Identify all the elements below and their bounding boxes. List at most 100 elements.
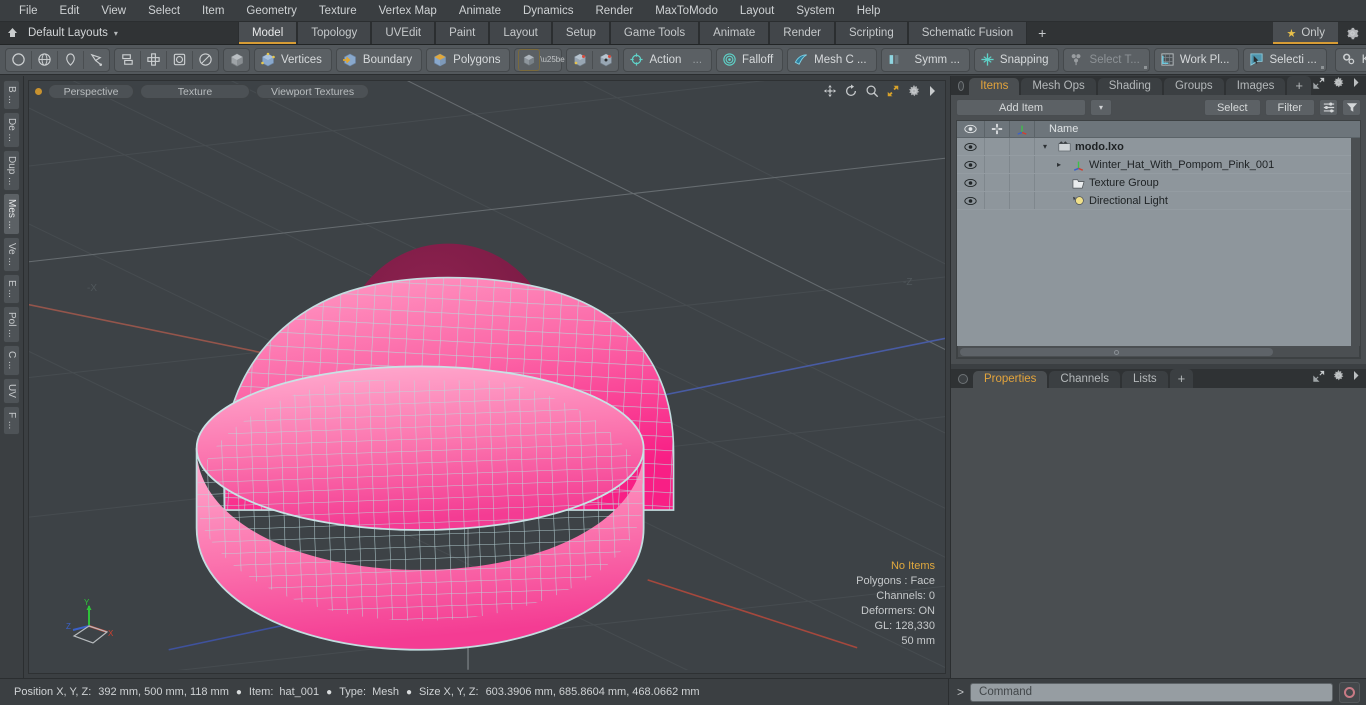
layout-tab-paint[interactable]: Paint xyxy=(435,22,490,44)
menu-item-render[interactable]: Render xyxy=(584,2,644,20)
pen-icon[interactable] xyxy=(58,49,83,71)
properties-panel-body[interactable] xyxy=(951,388,1366,678)
row-name-cell[interactable]: ▸ Winter_Hat_With_Pompom_Pink_001 xyxy=(1035,159,1360,171)
action-center-button[interactable]: Action ... xyxy=(623,47,713,72)
menu-item-view[interactable]: View xyxy=(90,2,137,20)
menu-item-edit[interactable]: Edit xyxy=(49,2,91,20)
snap-cube-b-icon[interactable] xyxy=(593,49,618,71)
circle-icon[interactable] xyxy=(6,49,31,71)
arrow-right-icon[interactable] xyxy=(928,85,937,97)
panel-menu-dot[interactable] xyxy=(958,374,968,384)
expand-icon[interactable] xyxy=(1313,77,1325,92)
panel-tab-groups[interactable]: Groups xyxy=(1163,78,1224,95)
falloff-button[interactable]: Falloff xyxy=(716,47,784,72)
vertical-tab-2[interactable]: Dup ... xyxy=(3,149,20,192)
layout-tab-setup[interactable]: Setup xyxy=(551,22,610,44)
rotate-icon[interactable] xyxy=(844,84,858,98)
add-properties-tab-button[interactable]: + xyxy=(1169,369,1194,388)
vertical-tab-1[interactable]: De ... xyxy=(3,111,20,148)
menu-item-texture[interactable]: Texture xyxy=(308,2,368,20)
table-row[interactable]: ▸ Winter_Hat_With_Pompom_Pink_001 xyxy=(957,156,1360,174)
vertical-tab-5[interactable]: E ... xyxy=(3,273,20,304)
add-layout-tab-button[interactable]: + xyxy=(1027,22,1058,44)
selection-set-button[interactable]: Selecti ... xyxy=(1243,47,1327,72)
row-name-cell[interactable]: ▾ modo.lxo xyxy=(1035,141,1360,153)
only-toggle[interactable]: ★ Only xyxy=(1273,22,1338,44)
select-through-button[interactable]: Select T... xyxy=(1062,47,1150,72)
row-name-cell[interactable]: Texture Group xyxy=(1035,177,1360,189)
row-transform-cell[interactable] xyxy=(1010,192,1035,209)
row-lock-cell[interactable] xyxy=(985,156,1010,173)
arrow-right-icon[interactable] xyxy=(1352,77,1360,91)
row-lock-cell[interactable] xyxy=(985,192,1010,209)
expand-icon[interactable] xyxy=(1313,370,1325,385)
vertical-tab-3[interactable]: Mes ... xyxy=(3,193,20,236)
list-options-icon[interactable] xyxy=(1319,99,1338,116)
layout-tab-uvedit[interactable]: UVEdit xyxy=(371,22,436,44)
row-visibility-toggle[interactable] xyxy=(957,192,985,209)
work-plane-button[interactable]: Work Pl... xyxy=(1153,47,1240,72)
panel-menu-dot[interactable] xyxy=(958,81,965,91)
menu-item-vertex-map[interactable]: Vertex Map xyxy=(368,2,448,20)
row-lock-cell[interactable] xyxy=(985,138,1010,155)
gear-icon[interactable] xyxy=(1338,22,1366,44)
chevron-down-icon[interactable]: \u25be xyxy=(540,55,564,64)
row-visibility-toggle[interactable] xyxy=(957,174,985,191)
row-expander-icon[interactable]: ▾ xyxy=(1043,142,1054,151)
pan-icon[interactable] xyxy=(823,84,837,98)
row-name-cell[interactable]: Directional Light xyxy=(1035,195,1360,207)
table-row[interactable]: Directional Light xyxy=(957,192,1360,210)
viewport-3d[interactable]: Perspective Texture Viewport Textures -X… xyxy=(28,80,946,674)
ellipse-icon[interactable] xyxy=(193,49,218,71)
arrow-right-icon[interactable] xyxy=(1352,370,1360,384)
selection-mode-vertices[interactable]: Vertices xyxy=(254,47,332,72)
hscrollbar-thumb[interactable] xyxy=(960,348,1273,356)
layout-tab-layout[interactable]: Layout xyxy=(489,22,552,44)
zoom-icon[interactable] xyxy=(865,84,879,98)
gear-icon[interactable] xyxy=(1332,369,1345,385)
menu-item-dynamics[interactable]: Dynamics xyxy=(512,2,584,20)
polygon-pen-icon[interactable] xyxy=(84,49,109,71)
snap-cube-a-icon[interactable] xyxy=(567,49,592,71)
align-icon[interactable] xyxy=(115,49,140,71)
gear-icon[interactable] xyxy=(907,84,921,98)
cube-icon[interactable] xyxy=(224,49,249,71)
layout-tab-render[interactable]: Render xyxy=(769,22,835,44)
add-panel-tab-button[interactable]: + xyxy=(1287,76,1311,95)
panel-tab-properties[interactable]: Properties xyxy=(973,371,1048,388)
layout-tab-schematic-fusion[interactable]: Schematic Fusion xyxy=(907,22,1028,44)
viewport-pill-texture[interactable]: Texture xyxy=(140,84,250,99)
record-icon[interactable] xyxy=(1339,681,1360,703)
kits-button[interactable]: Kits xyxy=(1334,47,1366,72)
panel-tab-items[interactable]: Items xyxy=(969,78,1020,95)
panel-tab-shading[interactable]: Shading xyxy=(1097,78,1162,95)
vertical-tab-9[interactable]: F ... xyxy=(3,405,20,435)
add-item-caret-icon[interactable]: ▾ xyxy=(1090,99,1112,116)
selection-mode-polygons[interactable]: Polygons xyxy=(426,47,511,72)
menu-item-geometry[interactable]: Geometry xyxy=(235,2,308,20)
items-tree-vscrollbar[interactable] xyxy=(1351,138,1360,346)
layout-tab-animate[interactable]: Animate xyxy=(699,22,770,44)
menu-item-system[interactable]: System xyxy=(785,2,845,20)
filter-button[interactable]: Filter xyxy=(1264,99,1315,116)
fit-icon[interactable] xyxy=(886,84,900,98)
viewport-pill-viewport-textures[interactable]: Viewport Textures xyxy=(256,84,370,99)
vertical-tab-6[interactable]: Pol ... xyxy=(3,305,20,344)
menu-item-maxtomodo[interactable]: MaxToModo xyxy=(644,2,729,20)
select-button[interactable]: Select xyxy=(1203,99,1261,116)
vertical-tab-7[interactable]: C ... xyxy=(3,345,20,376)
vertical-tab-4[interactable]: Ve ... xyxy=(3,237,20,272)
menu-item-file[interactable]: File xyxy=(8,2,49,20)
layout-tab-model[interactable]: Model xyxy=(237,22,298,44)
panel-tab-images[interactable]: Images xyxy=(1225,78,1286,95)
row-expander-icon[interactable]: ▸ xyxy=(1057,160,1068,169)
table-row[interactable]: Texture Group xyxy=(957,174,1360,192)
row-transform-cell[interactable] xyxy=(1010,138,1035,155)
layout-tab-topology[interactable]: Topology xyxy=(297,22,372,44)
selection-mode-boundary[interactable]: Boundary xyxy=(335,47,423,72)
layout-tab-scripting[interactable]: Scripting xyxy=(834,22,908,44)
menu-item-layout[interactable]: Layout xyxy=(729,2,786,20)
gear-icon[interactable] xyxy=(1332,76,1345,92)
row-transform-cell[interactable] xyxy=(1010,156,1035,173)
vertical-tab-0[interactable]: B ... xyxy=(3,80,20,110)
